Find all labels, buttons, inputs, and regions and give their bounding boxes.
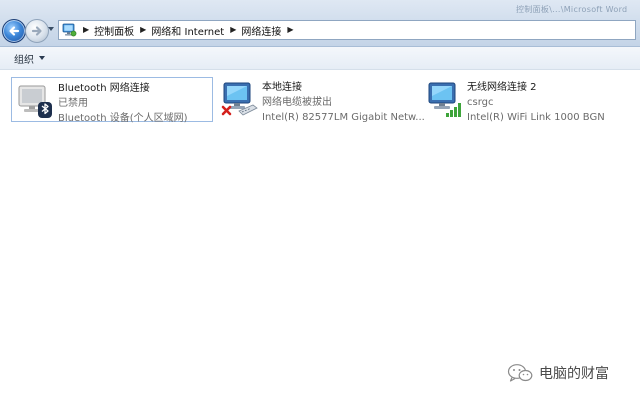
connection-device: Bluetooth 设备(个人区域网): [58, 113, 188, 124]
recent-pages-dropdown[interactable]: [48, 27, 54, 31]
connection-bluetooth[interactable]: Bluetooth 网络连接 已禁用 Bluetooth 设备(个人区域网): [11, 77, 213, 124]
connection-status: 网络电缆被拔出: [262, 97, 332, 108]
breadcrumb-separator-icon[interactable]: ▶: [83, 26, 89, 34]
connection-wireless[interactable]: 无线网络连接 2 csrgc Intel(R) WiFi Link 1000 B…: [421, 77, 626, 123]
organize-label: 组织: [14, 54, 34, 66]
connection-device: Intel(R) 82577LM Gigabit Netw...: [262, 112, 425, 123]
connection-device: Intel(R) WiFi Link 1000 BGN: [467, 112, 605, 123]
window-header: 控制面板\...\Microsoft Word ▶ 控制面板 ▶ 网络和 Int…: [0, 0, 640, 47]
connection-name: Bluetooth 网络连接: [58, 83, 150, 94]
wechat-logo-icon: [507, 364, 533, 382]
bluetooth-network-icon: [18, 85, 52, 118]
wireless-network-icon: [428, 82, 461, 117]
breadcrumb-separator-icon[interactable]: ▶: [230, 26, 236, 34]
window-title: 控制面板\...\Microsoft Word: [516, 5, 628, 14]
breadcrumb-network-connections[interactable]: 网络连接: [241, 23, 281, 38]
connection-name: 无线网络连接 2: [467, 82, 537, 93]
network-folder-icon: [62, 23, 77, 37]
chevron-down-icon: [39, 56, 45, 60]
connection-status: 已禁用: [58, 98, 88, 109]
watermark: 电脑的财富: [507, 363, 609, 383]
command-toolbar: 组织: [0, 47, 640, 70]
breadcrumb-network-internet[interactable]: 网络和 Internet: [151, 23, 224, 38]
breadcrumb-separator-icon[interactable]: ▶: [140, 26, 146, 34]
breadcrumb-separator-icon[interactable]: ▶: [287, 26, 293, 34]
wired-network-disconnected-icon: [221, 82, 258, 116]
connection-name: 本地连接: [262, 82, 302, 93]
connection-local[interactable]: 本地连接 网络电缆被拔出 Intel(R) 82577LM Gigabit Ne…: [216, 77, 425, 123]
arrow-left-icon: [9, 26, 20, 36]
address-bar[interactable]: ▶ 控制面板 ▶ 网络和 Internet ▶ 网络连接 ▶: [58, 20, 636, 40]
arrow-right-icon: [31, 26, 42, 36]
connection-status: csrgc: [467, 97, 494, 108]
breadcrumb-control-panel[interactable]: 控制面板: [94, 23, 134, 38]
watermark-text: 电脑的财富: [539, 366, 609, 382]
forward-button[interactable]: [25, 19, 49, 43]
organize-button[interactable]: 组织: [14, 51, 45, 66]
back-button[interactable]: [2, 19, 26, 43]
